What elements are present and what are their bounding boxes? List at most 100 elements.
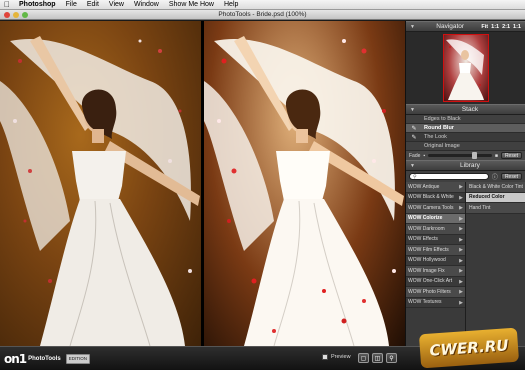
- zoom-1-1-alt[interactable]: 1:1: [513, 24, 521, 30]
- collapse-triangle-icon[interactable]: ▼: [410, 24, 415, 30]
- navigator-header[interactable]: ▼ Navigator Fit 1:1 2:1 1:1: [406, 21, 525, 32]
- preset-label: Black & White Color Tint: [469, 183, 523, 190]
- single-view-button[interactable]: ▢: [358, 353, 369, 363]
- menu-help[interactable]: Help: [219, 1, 243, 8]
- category-label: WOW One-Click Art: [408, 278, 453, 285]
- preview-checkbox[interactable]: [322, 354, 328, 360]
- chevron-right-icon: ▶: [459, 184, 463, 190]
- logo-mark: on1: [4, 351, 27, 366]
- stack-item-label: Edges to Black: [424, 116, 461, 122]
- category-label: WOW Colorize: [408, 215, 443, 222]
- zoom-options: Fit 1:1 2:1 1:1: [481, 24, 521, 30]
- fade-label: Fade: [409, 152, 421, 159]
- chevron-right-icon: ▶: [459, 289, 463, 295]
- magnifier-icon: ⚲: [389, 355, 394, 362]
- menu-app[interactable]: Photoshop: [14, 1, 61, 8]
- brush-icon[interactable]: ✎: [410, 134, 418, 141]
- library-presets: Black & White Color Tint Reduced Color H…: [466, 182, 525, 352]
- library-search-input[interactable]: ⚲: [409, 173, 489, 180]
- product-name: PhotoTools: [28, 355, 61, 362]
- layer-spacer-icon: [410, 143, 418, 150]
- menu-edit[interactable]: Edit: [82, 1, 104, 8]
- library-category[interactable]: WOW Antique ▶: [406, 182, 465, 193]
- zoom-1-1[interactable]: 1:1: [491, 24, 499, 30]
- library-preset[interactable]: Black & White Color Tint: [466, 182, 525, 193]
- navigator-thumbnail[interactable]: [442, 34, 489, 102]
- zoom-tool-button[interactable]: ⚲: [386, 353, 397, 363]
- library-category[interactable]: WOW Darkroom ▶: [406, 224, 465, 235]
- chevron-right-icon: ▶: [459, 194, 463, 201]
- stack-item-label: Round Blur: [424, 125, 454, 131]
- split-view-button[interactable]: ◫: [372, 353, 383, 363]
- zoom-2-1[interactable]: 2:1: [502, 24, 510, 30]
- zoom-fit[interactable]: Fit: [481, 24, 488, 30]
- chevron-right-icon: ▶: [459, 205, 463, 211]
- original-preview-pane[interactable]: [0, 21, 201, 346]
- layer-spacer-icon: [410, 116, 418, 123]
- split-view-icon: ◫: [374, 355, 381, 362]
- preset-label: Hand Tint: [469, 204, 491, 211]
- brush-icon[interactable]: ✎: [410, 125, 418, 132]
- stack-reset-button[interactable]: Reset: [500, 152, 522, 159]
- zoom-window-button[interactable]: [22, 12, 28, 18]
- menu-show-me-how[interactable]: Show Me How: [164, 1, 219, 8]
- window-controls: [4, 12, 28, 18]
- stack-item[interactable]: Edges to Black: [406, 115, 525, 124]
- library-reset-button[interactable]: Reset: [500, 173, 522, 180]
- fade-slider-knob[interactable]: [472, 152, 478, 159]
- collapse-triangle-icon[interactable]: ▼: [410, 163, 415, 169]
- stack-header[interactable]: ▼ Stack: [406, 104, 525, 115]
- fade-slider[interactable]: [428, 152, 492, 159]
- library-browser: WOW Antique ▶ WOW Black & White ▶ WOW Came…: [406, 182, 525, 352]
- processed-preview-pane[interactable]: [204, 21, 405, 346]
- stack-item[interactable]: ✎ The Look: [406, 133, 525, 142]
- stack-item[interactable]: Original Image: [406, 142, 525, 151]
- category-label: WOW Darkroom: [408, 225, 445, 232]
- preview-area[interactable]: [0, 21, 405, 346]
- category-label: WOW Image Fix: [408, 267, 445, 274]
- category-label: WOW Textures: [408, 299, 442, 306]
- stack-title: Stack: [461, 106, 479, 113]
- chevron-right-icon: ▶: [459, 299, 463, 306]
- chevron-right-icon: ▶: [459, 268, 463, 274]
- navigator-body: [406, 32, 525, 104]
- library-category[interactable]: WOW Hollywood ▶: [406, 256, 465, 266]
- site-watermark: CWER.RU: [418, 327, 520, 369]
- library-category[interactable]: WOW Effects ▶: [406, 235, 465, 245]
- stack-item-selected[interactable]: ✎ Round Blur: [406, 124, 525, 133]
- category-label: WOW Camera Tools: [408, 204, 454, 211]
- menu-bar:  Photoshop File Edit View Window Show M…: [0, 0, 525, 10]
- library-category[interactable]: WOW Camera Tools ▶: [406, 203, 465, 214]
- window-titlebar[interactable]: PhotoTools - Bride.psd (100%): [0, 10, 525, 20]
- collapse-triangle-icon[interactable]: ▼: [410, 107, 415, 113]
- window-title: PhotoTools - Bride.psd (100%): [218, 11, 307, 18]
- side-panel: ▼ Navigator Fit 1:1 2:1 1:1 ▼ Stack Edge…: [405, 21, 525, 352]
- library-search-row: ⚲ ⓘ Reset: [406, 171, 525, 182]
- library-category[interactable]: WOW Photo Filters ▶: [406, 287, 465, 298]
- menu-view[interactable]: View: [104, 1, 129, 8]
- library-category[interactable]: WOW Film Effects ▶: [406, 245, 465, 256]
- library-title: Library: [460, 162, 480, 169]
- chevron-right-icon: ▶: [459, 278, 463, 285]
- close-window-button[interactable]: [4, 12, 10, 18]
- minimize-window-button[interactable]: [13, 12, 19, 18]
- library-category[interactable]: WOW Black & White ▶: [406, 193, 465, 203]
- search-icon: ⚲: [413, 173, 417, 180]
- category-label: WOW Photo Filters: [408, 288, 451, 295]
- library-preset-selected[interactable]: Reduced Color: [466, 192, 525, 203]
- menu-window[interactable]: Window: [129, 1, 164, 8]
- preview-toggle[interactable]: Preview: [322, 354, 351, 360]
- apple-menu-icon[interactable]: : [0, 0, 14, 9]
- library-category-selected[interactable]: WOW Colorize ▶: [406, 213, 465, 224]
- library-preset[interactable]: Hand Tint: [466, 203, 525, 214]
- fade-control: Fade ▪ ■ Reset: [406, 151, 525, 160]
- edition-badge: EDITION: [65, 353, 90, 364]
- chevron-right-icon: ▶: [459, 226, 463, 232]
- library-category[interactable]: WOW Image Fix ▶: [406, 266, 465, 277]
- menu-file[interactable]: File: [61, 1, 82, 8]
- preset-label: Reduced Color: [469, 194, 505, 201]
- info-icon[interactable]: ⓘ: [492, 172, 498, 181]
- library-category[interactable]: WOW One-Click Art ▶: [406, 277, 465, 287]
- library-category[interactable]: WOW Textures ▶: [406, 298, 465, 308]
- library-header[interactable]: ▼ Library: [406, 160, 525, 171]
